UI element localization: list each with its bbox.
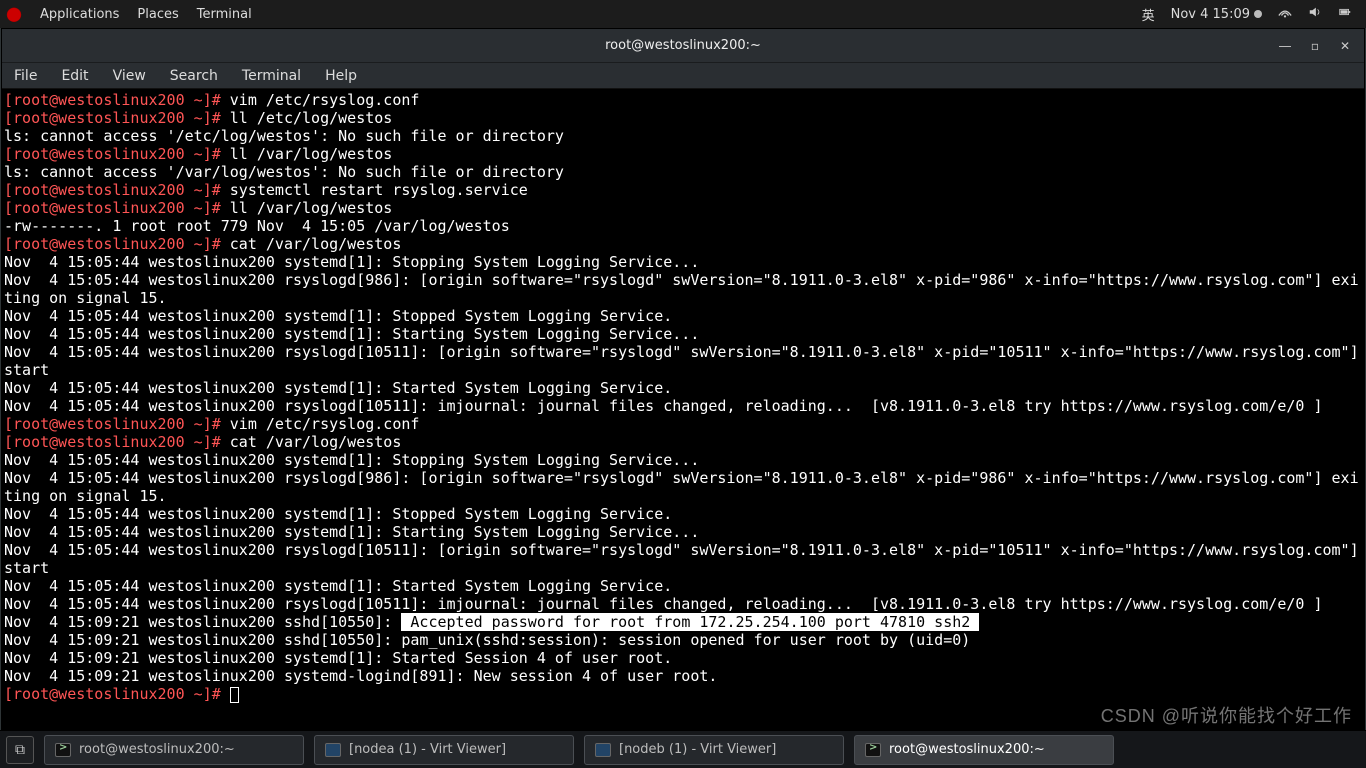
vm-icon	[325, 743, 341, 757]
window-maximize-button[interactable]: ▫	[1302, 33, 1328, 59]
task-virt-viewer-a[interactable]: [nodea (1) - Virt Viewer]	[314, 735, 574, 765]
menu-file[interactable]: File	[14, 68, 37, 84]
terminal-icon	[865, 743, 881, 757]
menu-terminal-app[interactable]: Terminal	[197, 7, 252, 22]
task-virt-viewer-b[interactable]: [nodeb (1) - Virt Viewer]	[584, 735, 844, 765]
window-title: root@westoslinux200:~	[605, 38, 761, 53]
window-close-button[interactable]: ✕	[1332, 33, 1358, 59]
menu-terminal[interactable]: Terminal	[242, 68, 301, 84]
terminal-content[interactable]: [root@westoslinux200 ~]# vim /etc/rsyslo…	[2, 89, 1364, 729]
volume-icon[interactable]	[1308, 5, 1322, 23]
task-terminal-2[interactable]: root@westoslinux200:~	[854, 735, 1114, 765]
task-label: root@westoslinux200:~	[889, 742, 1045, 757]
terminal-icon	[55, 743, 71, 757]
redhat-icon	[6, 6, 22, 22]
menu-view[interactable]: View	[113, 68, 146, 84]
menu-help[interactable]: Help	[325, 68, 357, 84]
terminal-menubar: File Edit View Search Terminal Help	[2, 63, 1364, 89]
task-label: [nodea (1) - Virt Viewer]	[349, 742, 506, 757]
task-terminal-1[interactable]: root@westoslinux200:~	[44, 735, 304, 765]
ime-indicator[interactable]: 英	[1142, 5, 1155, 24]
menu-search[interactable]: Search	[170, 68, 218, 84]
menu-places[interactable]: Places	[137, 7, 178, 22]
task-label: [nodeb (1) - Virt Viewer]	[619, 742, 776, 757]
window-minimize-button[interactable]: ―	[1272, 33, 1298, 59]
terminal-window: root@westoslinux200:~ ― ▫ ✕ File Edit Vi…	[1, 28, 1365, 730]
bottom-taskbar: ⧉ root@westoslinux200:~ [nodea (1) - Vir…	[0, 730, 1366, 768]
menu-edit[interactable]: Edit	[61, 68, 88, 84]
clock[interactable]: Nov 4 15:09	[1171, 7, 1262, 22]
vm-icon	[595, 743, 611, 757]
notification-dot-icon	[1254, 10, 1262, 18]
network-icon[interactable]	[1278, 5, 1292, 23]
gnome-topbar: Applications Places Terminal 英 Nov 4 15:…	[0, 0, 1366, 28]
window-titlebar[interactable]: root@westoslinux200:~ ― ▫ ✕	[2, 29, 1364, 63]
battery-icon[interactable]	[1338, 5, 1352, 23]
show-desktop-button[interactable]: ⧉	[6, 736, 34, 764]
task-label: root@westoslinux200:~	[79, 742, 235, 757]
menu-applications[interactable]: Applications	[40, 7, 119, 22]
